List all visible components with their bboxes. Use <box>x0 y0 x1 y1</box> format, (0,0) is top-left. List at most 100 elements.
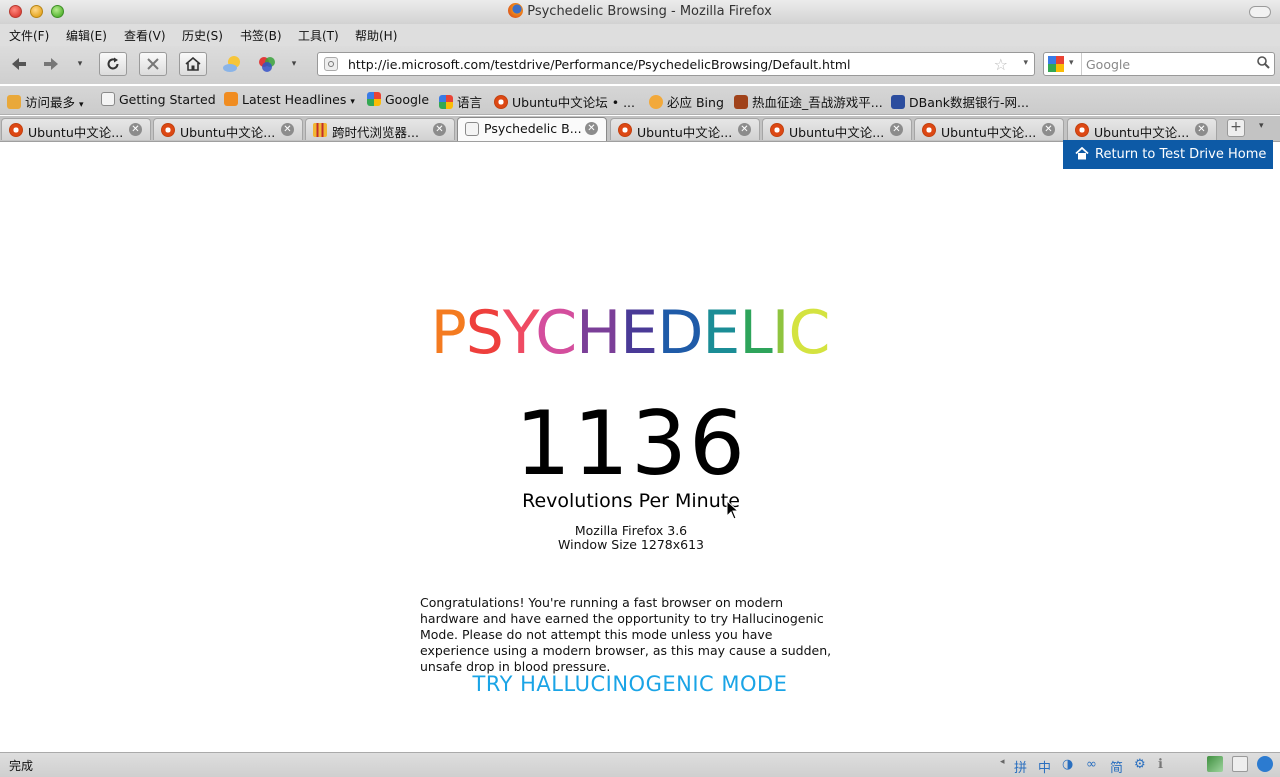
ime-info-icon[interactable]: ℹ <box>1158 757 1163 772</box>
title-letter: D <box>657 298 703 368</box>
tab-close-icon[interactable]: ✕ <box>129 123 142 136</box>
menu-history[interactable]: 历史(S) <box>182 27 223 44</box>
tab-ubuntu-6[interactable]: Ubuntu中文论... ✕ <box>1067 118 1217 140</box>
game-icon <box>734 95 748 109</box>
title-letter: H <box>576 298 621 368</box>
google-icon <box>439 95 453 109</box>
title-letter: S <box>465 298 504 368</box>
url-dropdown-icon[interactable]: ▾ <box>1023 58 1028 68</box>
stop-button[interactable] <box>139 52 167 76</box>
bookmark-ubuntu-forum[interactable]: Ubuntu中文论坛 • ... <box>494 92 635 111</box>
addon-dropdown-icon[interactable]: ▾ <box>284 52 304 76</box>
tab-psychedelic-active[interactable]: Psychedelic B... ✕ <box>457 117 607 141</box>
window-toolbar-toggle-button[interactable] <box>1249 6 1271 18</box>
tab-close-icon[interactable]: ✕ <box>1195 123 1208 136</box>
ime-settings-icon[interactable]: ⚙ <box>1134 757 1146 772</box>
search-box[interactable]: ▾ Google <box>1043 52 1275 76</box>
tab-ubuntu-5[interactable]: Ubuntu中文论... ✕ <box>914 118 1064 140</box>
reload-button[interactable] <box>99 52 127 76</box>
status-bar: 完成 ◂ 拼 中 ◑ ∞ 简 ⚙ ℹ <box>0 752 1280 777</box>
bookmark-label: Ubuntu中文论坛 • ... <box>512 95 635 110</box>
list-all-tabs-icon[interactable]: ▾ <box>1259 121 1264 131</box>
tab-ubuntu-2[interactable]: Ubuntu中文论... ✕ <box>153 118 303 140</box>
bookmark-bing[interactable]: 必应 Bing <box>649 92 724 111</box>
menu-bookmarks[interactable]: 书签(B) <box>240 27 282 44</box>
addon-color-icon[interactable] <box>255 52 279 76</box>
search-engine-dropdown-icon[interactable]: ▾ <box>1069 58 1074 68</box>
tab-close-icon[interactable]: ✕ <box>738 123 751 136</box>
window-title: Psychedelic Browsing - Mozilla Firefox <box>527 4 772 19</box>
bookmark-getting-started[interactable]: Getting Started <box>101 92 216 107</box>
bookmark-label: DBank数据银行-网... <box>909 95 1029 110</box>
bookmark-latest-headlines[interactable]: Latest Headlines ▾ <box>224 92 355 107</box>
addon-weather-icon[interactable] <box>220 52 244 76</box>
bookmark-label: 必应 Bing <box>667 95 724 110</box>
site-identity-icon[interactable] <box>324 57 338 71</box>
browser-name: Mozilla Firefox 3.6 <box>574 523 688 538</box>
ime-punct-icon[interactable]: ∞ <box>1086 757 1097 772</box>
tab-label: Ubuntu中文论... <box>180 125 276 140</box>
search-icon[interactable] <box>1256 55 1270 69</box>
tab-ubuntu-3[interactable]: Ubuntu中文论... ✕ <box>610 118 760 140</box>
bookmark-google[interactable]: Google <box>367 92 429 107</box>
ubuntu-icon <box>9 123 23 137</box>
addon-page-icon[interactable] <box>1232 756 1248 772</box>
menu-tools[interactable]: 工具(T) <box>298 27 339 44</box>
ime-chinese-icon[interactable]: 中 <box>1038 757 1051 776</box>
rss-icon <box>224 92 238 106</box>
ime-pinyin-icon[interactable]: 拼 <box>1014 757 1027 776</box>
tab-strip: Ubuntu中文论... ✕ Ubuntu中文论... ✕ 跨时代浏览器... … <box>0 116 1280 142</box>
google-engine-icon[interactable] <box>1048 56 1064 72</box>
bars-icon <box>313 123 327 137</box>
tab-close-icon[interactable]: ✕ <box>890 123 903 136</box>
bookmark-game[interactable]: 热血征途_吾战游戏平... <box>734 92 883 111</box>
new-tab-button[interactable]: + <box>1227 119 1245 137</box>
history-dropdown-icon[interactable]: ▾ <box>70 52 90 76</box>
ime-halfwidth-icon[interactable]: ◑ <box>1062 757 1073 772</box>
title-letter: E <box>620 298 658 368</box>
folder-icon <box>7 95 21 109</box>
try-hallucinogenic-mode-link[interactable]: TRY HALLUCINOGENIC MODE <box>0 672 1260 696</box>
title-letter: E <box>702 298 740 368</box>
title-letter: L <box>739 298 772 368</box>
bookmark-label: 热血征途_吾战游戏平... <box>752 95 883 110</box>
page-icon <box>101 92 115 106</box>
tab-close-icon[interactable]: ✕ <box>281 123 294 136</box>
bookmark-language[interactable]: 语言 <box>439 92 482 111</box>
weather-icon <box>223 56 240 72</box>
ime-simplified-icon[interactable]: 简 <box>1110 757 1123 776</box>
search-input[interactable]: Google <box>1086 57 1130 72</box>
addon-blue-icon[interactable] <box>1257 756 1273 772</box>
menu-file[interactable]: 文件(F) <box>9 27 49 44</box>
ubuntu-icon <box>1075 123 1089 137</box>
bookmark-dbank[interactable]: DBank数据银行-网... <box>891 92 1029 111</box>
menu-help[interactable]: 帮助(H) <box>355 27 397 44</box>
title-letter: Y <box>502 298 536 368</box>
search-divider <box>1081 53 1082 75</box>
url-text[interactable]: http://ie.microsoft.com/testdrive/Perfor… <box>348 57 851 72</box>
url-bar[interactable]: http://ie.microsoft.com/testdrive/Perfor… <box>317 52 1035 76</box>
tab-close-icon[interactable]: ✕ <box>433 123 446 136</box>
bookmark-star-icon[interactable]: ☆ <box>994 55 1008 74</box>
menu-view[interactable]: 查看(V) <box>124 27 166 44</box>
tab-ubuntu-4[interactable]: Ubuntu中文论... ✕ <box>762 118 912 140</box>
menu-edit[interactable]: 编辑(E) <box>66 27 107 44</box>
tab-close-icon[interactable]: ✕ <box>585 122 598 135</box>
addon-green-icon[interactable] <box>1207 756 1223 772</box>
bookmark-label: Latest Headlines <box>242 92 347 107</box>
forward-button[interactable] <box>40 52 62 76</box>
tab-label: Ubuntu中文论... <box>941 125 1037 140</box>
home-icon <box>185 56 201 71</box>
ubuntu-icon <box>161 123 175 137</box>
ubuntu-icon <box>922 123 936 137</box>
back-button[interactable] <box>8 52 30 76</box>
tab-close-icon[interactable]: ✕ <box>1042 123 1055 136</box>
bookmark-most-visited[interactable]: 访问最多 ▾ <box>7 92 84 111</box>
return-home-link[interactable]: Return to Test Drive Home <box>1063 140 1273 169</box>
google-icon <box>367 92 381 106</box>
tab-ubuntu-1[interactable]: Ubuntu中文论... ✕ <box>1 118 151 140</box>
tab-browser-article[interactable]: 跨时代浏览器... ✕ <box>305 118 455 140</box>
home-button[interactable] <box>179 52 207 76</box>
menu-bar: 文件(F) 编辑(E) 查看(V) 历史(S) 书签(B) 工具(T) 帮助(H… <box>0 24 1280 46</box>
ime-arrow-icon[interactable]: ◂ <box>1000 757 1005 767</box>
